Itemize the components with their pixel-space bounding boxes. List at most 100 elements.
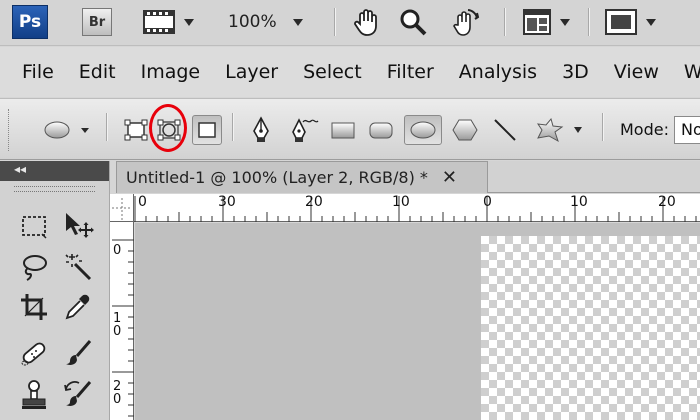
transparent-canvas[interactable] xyxy=(481,236,700,420)
ruler-label: 10 xyxy=(392,194,410,210)
shape-layers-button[interactable] xyxy=(122,115,150,145)
clone-stamp-icon xyxy=(22,380,46,409)
spot-healing-brush-tool[interactable] xyxy=(16,335,52,371)
line-tool-button[interactable] xyxy=(490,115,520,145)
tool-preset-picker[interactable] xyxy=(36,115,94,145)
polygon-tool-button[interactable] xyxy=(450,115,480,145)
clone-stamp-tool[interactable] xyxy=(16,377,52,413)
menu-edit[interactable]: Edit xyxy=(79,61,116,83)
lasso-icon xyxy=(23,255,47,281)
hand-tool-button[interactable] xyxy=(352,5,382,39)
chevron-down-icon xyxy=(574,127,582,133)
fill-pixels-button[interactable] xyxy=(192,115,222,145)
rectangle-tool-button[interactable] xyxy=(328,115,358,145)
custom-shape-picker[interactable] xyxy=(528,115,588,145)
chevron-down-icon xyxy=(560,18,570,26)
chevron-down-icon xyxy=(292,18,303,26)
polygon-icon xyxy=(452,119,478,141)
divider xyxy=(504,8,506,36)
screen-mode-button[interactable] xyxy=(604,5,656,39)
history-brush-icon xyxy=(64,381,92,406)
ruler-label: 30 xyxy=(218,194,236,210)
ellipse-icon xyxy=(410,121,436,139)
document-tab[interactable]: Untitled-1 @ 100% (Layer 2, RGB/8) * ✕ xyxy=(116,161,488,193)
rectangular-marquee-tool[interactable] xyxy=(16,209,52,245)
zoom-level-select[interactable]: 100% xyxy=(228,5,303,39)
brush-tool[interactable] xyxy=(60,335,96,371)
rectangular-marquee-icon xyxy=(22,216,47,239)
pen-icon xyxy=(253,116,269,142)
rectangle-icon xyxy=(331,122,355,139)
chevron-down-icon xyxy=(184,18,194,26)
mode-label: Mode: xyxy=(620,120,669,139)
history-brush-tool[interactable] xyxy=(60,377,96,413)
rounded-rectangle-icon xyxy=(369,122,393,139)
menu-analysis[interactable]: Analysis xyxy=(459,61,537,83)
menu-layer[interactable]: Layer xyxy=(225,61,278,83)
arrange-documents-button[interactable] xyxy=(522,5,570,39)
tab-bar-background xyxy=(488,161,700,193)
zoom-level-value: 100% xyxy=(228,12,277,32)
options-bar xyxy=(0,98,700,160)
ellipse-tool-button[interactable] xyxy=(404,115,442,145)
divider xyxy=(232,113,234,141)
menu-select[interactable]: Select xyxy=(303,61,362,83)
magic-wand-tool[interactable] xyxy=(60,249,96,285)
eyedropper-tool[interactable] xyxy=(60,289,96,325)
ruler-label: 10 xyxy=(570,194,588,210)
hand-icon xyxy=(354,9,377,36)
divider xyxy=(106,113,108,141)
horizontal-ruler[interactable]: 0 30 20 10 0 10 20 xyxy=(134,194,700,222)
zoom-icon xyxy=(400,9,427,36)
filmstrip-icon xyxy=(143,10,175,34)
crop-tool[interactable] xyxy=(16,289,52,325)
menu-filter[interactable]: Filter xyxy=(387,61,434,83)
ruler-label: 0 xyxy=(483,194,492,210)
eyedropper-icon xyxy=(65,294,90,320)
menu-window[interactable]: W xyxy=(684,61,700,83)
tools-panel: ◂◂ xyxy=(0,161,110,420)
view-extras-button[interactable] xyxy=(142,5,194,39)
menu-view[interactable]: View xyxy=(614,61,659,83)
options-bar-grip[interactable] xyxy=(8,109,11,151)
spot-healing-brush-icon xyxy=(21,342,46,366)
screen-mode-icon xyxy=(605,9,637,35)
ruler-label: 20 xyxy=(658,194,676,210)
ruler-origin-icon xyxy=(112,198,132,220)
move-icon xyxy=(66,213,94,238)
annotation-highlight-circle xyxy=(149,104,187,152)
launch-bridge-button[interactable]: Br xyxy=(82,8,112,36)
brush-icon xyxy=(66,340,92,365)
document-tab-title: Untitled-1 @ 100% (Layer 2, RGB/8) * xyxy=(126,168,428,187)
divider xyxy=(334,8,336,36)
ruler-label: 0 xyxy=(113,392,122,407)
mode-select[interactable]: No xyxy=(674,116,700,144)
fill-pixels-icon xyxy=(198,122,216,138)
menu-file[interactable]: File xyxy=(22,61,54,83)
menu-image[interactable]: Image xyxy=(141,61,201,83)
ruler-label: 0 xyxy=(113,324,122,339)
menu-bar: File Edit Image Layer Select Filter Anal… xyxy=(0,47,700,97)
freeform-pen-tool-button[interactable] xyxy=(287,115,323,145)
tools-panel-grip[interactable] xyxy=(14,186,95,192)
menu-3d[interactable]: 3D xyxy=(562,61,589,83)
rotate-view-tool-button[interactable] xyxy=(448,5,480,39)
arrange-documents-icon xyxy=(523,9,551,35)
photoshop-logo: Ps xyxy=(12,5,48,39)
chevron-down-icon xyxy=(646,18,656,26)
rounded-rectangle-tool-button[interactable] xyxy=(366,115,396,145)
close-icon[interactable]: ✕ xyxy=(442,167,457,188)
pen-tool-button[interactable] xyxy=(246,115,276,145)
shape-layers-icon xyxy=(124,119,148,141)
application-bar: Ps Br 100% xyxy=(0,0,700,46)
lasso-tool[interactable] xyxy=(16,249,52,285)
tools-panel-collapse-button[interactable]: ◂◂ xyxy=(0,161,109,181)
divider xyxy=(588,8,590,36)
zoom-tool-button[interactable] xyxy=(398,5,428,39)
ruler-origin[interactable] xyxy=(110,194,134,222)
vertical-ruler[interactable]: 0 1 0 2 0 xyxy=(110,222,134,420)
custom-shape-icon xyxy=(536,117,564,143)
move-tool[interactable] xyxy=(60,207,96,243)
ellipse-preset-icon xyxy=(44,121,69,139)
ruler-label: 0 xyxy=(113,243,122,258)
